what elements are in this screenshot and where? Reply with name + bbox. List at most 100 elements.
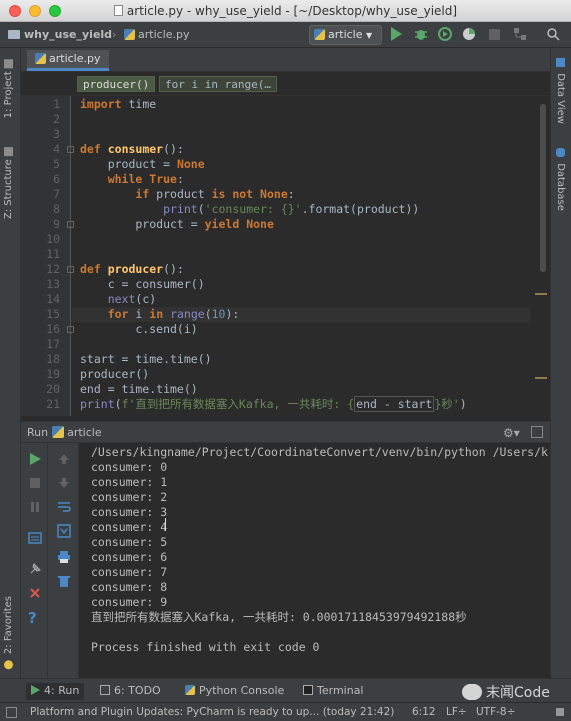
print-icon[interactable] bbox=[57, 550, 71, 564]
code-line-8: print('consumer: {}'.format(product)) bbox=[163, 202, 420, 216]
stop-icon[interactable] bbox=[489, 29, 500, 40]
tool-tab-python-console[interactable]: Python Console bbox=[180, 683, 289, 700]
trash-icon[interactable] bbox=[57, 574, 71, 588]
tool-tab-structure[interactable]: Z: Structure bbox=[3, 144, 14, 219]
code-line-14: next(c) bbox=[107, 292, 157, 306]
scroll-to-end-icon[interactable] bbox=[57, 524, 71, 538]
run-toolbar-primary: ? bbox=[21, 443, 48, 678]
console-line: consumer: 7 bbox=[91, 565, 168, 579]
hide-panel-icon[interactable] bbox=[531, 426, 543, 438]
line-separator[interactable]: LF÷ bbox=[446, 706, 467, 718]
wechat-logo-icon bbox=[462, 684, 482, 700]
warning-marker[interactable] bbox=[535, 293, 547, 295]
run-panel-title: Run article bbox=[27, 426, 102, 439]
code-line-12: def producer(): bbox=[80, 262, 184, 276]
tool-tab-project[interactable]: 1: Project bbox=[3, 56, 14, 118]
console-line: consumer: 1 bbox=[91, 475, 168, 489]
code-line-13: c = consumer() bbox=[80, 277, 205, 291]
line-number: 14 bbox=[46, 292, 60, 306]
code-line-1: import time bbox=[80, 97, 157, 111]
console-line: consumer: 2 bbox=[91, 490, 168, 504]
breadcrumb-producer[interactable]: producer() bbox=[77, 76, 156, 92]
run-icon[interactable] bbox=[391, 27, 402, 41]
close-window-button[interactable] bbox=[9, 5, 21, 17]
console-line: Process finished with exit code 0 bbox=[91, 640, 320, 654]
run-configuration-select[interactable]: article ▼ bbox=[309, 25, 382, 45]
minimize-window-button[interactable] bbox=[29, 5, 41, 17]
run-panel-header: Run article ⚙▾ bbox=[21, 421, 550, 443]
debug-icon[interactable] bbox=[414, 27, 428, 41]
nav-crumb-file[interactable]: article.py bbox=[124, 28, 190, 41]
watermark: 末闻Code bbox=[462, 682, 550, 702]
editor-tab-bar: article.py bbox=[21, 48, 550, 72]
line-number-gutter: 1 2 3 4 5 6 7 8 9 10 11 12 13 14 15 16 1… bbox=[21, 96, 74, 416]
run-console-output[interactable]: /Users/kingname/Project/CoordinateConver… bbox=[80, 443, 550, 678]
line-number: 19 bbox=[46, 367, 60, 381]
editor-scrollbar[interactable] bbox=[540, 104, 546, 272]
dump-threads-icon[interactable] bbox=[28, 531, 42, 545]
run-toolbar-secondary bbox=[48, 443, 79, 678]
line-number: 18 bbox=[46, 352, 60, 366]
search-icon[interactable] bbox=[546, 27, 560, 41]
pause-icon[interactable] bbox=[28, 500, 42, 514]
tool-tab-terminal[interactable]: Terminal bbox=[298, 683, 369, 700]
warning-marker[interactable] bbox=[535, 377, 547, 379]
python-file-icon bbox=[124, 29, 135, 40]
breadcrumb-for-loop[interactable]: for i in range(… bbox=[159, 76, 277, 92]
terminal-icon bbox=[303, 685, 313, 695]
editor-tab-article[interactable]: article.py bbox=[27, 50, 109, 71]
lock-icon[interactable] bbox=[556, 708, 564, 716]
tool-tab-data-view[interactable]: Data View bbox=[555, 58, 566, 124]
arrow-down-icon[interactable] bbox=[57, 476, 71, 490]
nav-crumb-project[interactable]: why_use_yield bbox=[8, 28, 112, 41]
zoom-window-button[interactable] bbox=[49, 5, 61, 17]
line-number: 2 bbox=[53, 112, 60, 126]
console-line: consumer: 3 bbox=[91, 505, 168, 519]
structure-icon bbox=[4, 147, 14, 156]
line-number: 6 bbox=[53, 172, 60, 186]
star-icon bbox=[4, 660, 14, 670]
tool-tab-todo[interactable]: 6: TODO bbox=[95, 683, 166, 700]
caret-position[interactable]: 6:12 bbox=[412, 706, 436, 718]
tool-tab-database[interactable]: Database bbox=[555, 148, 566, 211]
line-number: 13 bbox=[46, 277, 60, 291]
status-message[interactable]: Platform and Plugin Updates: PyCharm is … bbox=[30, 706, 394, 718]
line-number: 1 bbox=[53, 97, 60, 111]
line-number: 7 bbox=[53, 187, 60, 201]
file-encoding[interactable]: UTF-8÷ bbox=[476, 706, 515, 718]
line-number: 5 bbox=[53, 157, 60, 171]
console-line: consumer: 0 bbox=[91, 460, 168, 474]
profile-icon[interactable] bbox=[462, 27, 476, 41]
tool-tab-run[interactable]: 4: Run bbox=[26, 683, 85, 700]
folder-icon bbox=[4, 59, 14, 68]
code-line-4: def consumer(): bbox=[80, 142, 184, 156]
gear-icon[interactable]: ⚙▾ bbox=[503, 426, 520, 440]
console-line: 直到把所有数据塞入Kafka, 一共耗时: 0.0001711845397949… bbox=[91, 610, 467, 624]
code-line-16: c.send(i) bbox=[80, 322, 198, 336]
stop-icon[interactable] bbox=[28, 476, 42, 490]
console-line: consumer: 4 bbox=[91, 520, 168, 534]
close-icon[interactable] bbox=[28, 586, 42, 600]
structure-icon[interactable] bbox=[513, 27, 527, 41]
line-number: 9 bbox=[53, 217, 60, 231]
run-with-coverage-icon[interactable] bbox=[438, 27, 452, 41]
rerun-icon[interactable] bbox=[28, 452, 42, 466]
help-icon[interactable]: ? bbox=[28, 609, 42, 627]
console-line: consumer: 8 bbox=[91, 580, 168, 594]
status-bar: Platform and Plugin Updates: PyCharm is … bbox=[0, 702, 571, 721]
arrow-up-icon[interactable] bbox=[57, 452, 71, 466]
run-config-tab[interactable]: article bbox=[67, 426, 102, 439]
code-line-6: while True: bbox=[107, 172, 184, 186]
database-icon bbox=[555, 148, 565, 157]
pin-icon[interactable] bbox=[28, 562, 42, 576]
chevron-right-icon: › bbox=[112, 28, 117, 41]
code-line-20: end = time.time() bbox=[80, 382, 198, 396]
python-file-icon bbox=[35, 53, 46, 64]
code-line-18: start = time.time() bbox=[80, 352, 212, 366]
code-editor[interactable]: import time def consumer(): product = No… bbox=[72, 96, 538, 416]
toggle-tool-windows-icon[interactable] bbox=[6, 707, 17, 718]
window-title: article.py - why_use_yield - [~/Desktop/… bbox=[126, 4, 458, 18]
tool-tab-favorites[interactable]: 2: Favorites bbox=[3, 596, 14, 670]
line-number: 20 bbox=[46, 382, 60, 396]
soft-wrap-icon[interactable] bbox=[57, 500, 71, 514]
